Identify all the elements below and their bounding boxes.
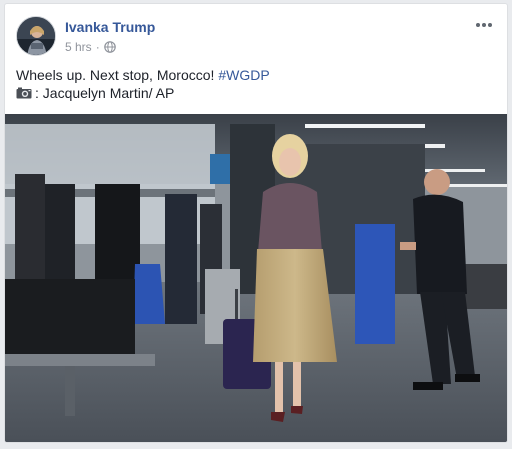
post-card: Ivanka Trump 5 hrs · Wheels up. Next sto… xyxy=(4,3,508,443)
meta-separator: · xyxy=(95,40,100,54)
hashtag-link[interactable]: #WGDP xyxy=(218,67,269,83)
post-header: Ivanka Trump 5 hrs · xyxy=(16,16,496,58)
author-avatar[interactable] xyxy=(16,16,56,56)
post-photo[interactable] xyxy=(5,114,507,442)
camera-icon xyxy=(16,85,32,99)
ellipsis-icon[interactable] xyxy=(474,18,494,30)
author-name[interactable]: Ivanka Trump xyxy=(65,19,155,35)
post-text-line1: Wheels up. Next stop, Morocco! #WGDP xyxy=(16,66,496,84)
post-timestamp[interactable]: 5 hrs xyxy=(65,40,92,54)
post-text: Wheels up. Next stop, Morocco! #WGDP : J… xyxy=(16,66,496,102)
photo-credit: : Jacquelyn Martin/ AP xyxy=(35,85,175,101)
post-caption: Wheels up. Next stop, Morocco! xyxy=(16,67,219,83)
post-text-line2: : Jacquelyn Martin/ AP xyxy=(16,84,496,102)
globe-icon xyxy=(103,41,116,53)
post-meta: 5 hrs · xyxy=(65,40,116,54)
